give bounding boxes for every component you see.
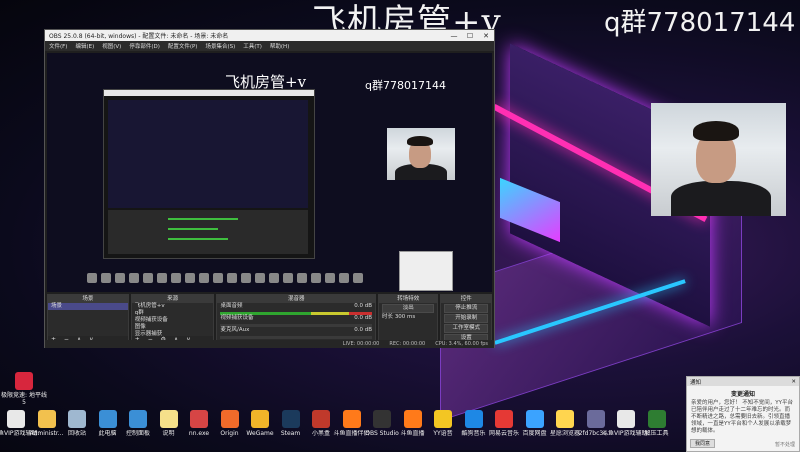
mixer-dock: 混音器 桌面音频 0.0 dB 视频捕获设备 0.0 dB 麦克风/Aux 0.0 d…	[216, 294, 377, 345]
obs-docks: 场景 场景 + − ∧ ∨ 来源 飞机房管+v q群 视频捕获设备 图像 显示器…	[47, 294, 493, 345]
mixer-channel-name: 麦克风/Aux	[220, 327, 250, 333]
mixer-channel-label: 麦克风/Aux 0.0 dB	[217, 327, 375, 334]
cpu-fps: CPU: 3.4%, 60.00 fps	[435, 341, 488, 347]
obs-preview[interactable]: 飞机房管+v q群778017144	[47, 53, 492, 292]
preview-webcam-hair	[407, 136, 433, 146]
preview-notification	[399, 251, 453, 291]
agree-button[interactable]: 我同意	[690, 439, 716, 448]
desktop-icon-label: 解压工具	[644, 430, 669, 437]
stop-streaming-button[interactable]: 停止推流	[444, 304, 489, 313]
desktop-icon-forza[interactable]: 极限竞速: 地平线 5	[0, 372, 48, 406]
duration-input[interactable]: 300 ms	[395, 314, 415, 320]
obs-window-title: OBS 25.0.8 (64-bit, windows) - 配置文件: 未命名…	[49, 33, 229, 40]
menu-help[interactable]: 帮助(H)	[270, 42, 289, 50]
preview-webcam	[387, 128, 455, 180]
close-button[interactable]: ✕	[478, 32, 494, 40]
minimize-button[interactable]: —	[446, 32, 462, 40]
mixer-channel-name: 视频捕获设备	[220, 315, 254, 321]
live-timer: LIVE: 00:00:00	[342, 341, 380, 347]
source-item[interactable]: 视频捕获设备	[132, 317, 214, 324]
skip-link[interactable]: 暂不处理	[775, 441, 795, 448]
mixer-channel-label: 桌面音频 0.0 dB	[217, 303, 375, 310]
nested-docks	[108, 210, 308, 254]
menu-docks[interactable]: 停靠部件(D)	[129, 42, 160, 50]
transition-select[interactable]: 淡出	[382, 304, 435, 313]
start-recording-button[interactable]: 开始录制	[444, 314, 489, 323]
popup-body: 亲爱的用户，您好！ 不知不觉间，YY平台已陪伴用户走过了十二年难忘的时光。而不断…	[691, 400, 793, 434]
popup-header-text: 通知	[690, 379, 702, 386]
sources-dock: 来源 飞机房管+v q群 视频捕获设备 图像 显示器捕获 + − ⚙ ∧ ∨	[130, 294, 215, 345]
controls-dock: 控件 停止推流 开始录制 工作室模式 设置	[440, 294, 493, 345]
source-item[interactable]: 图像	[132, 324, 214, 331]
forza-icon	[15, 372, 33, 390]
rec-timer: REC: 00:00:00	[389, 341, 426, 347]
sources-header: 来源	[131, 295, 214, 303]
mixer-channel-db: 0.0 dB	[354, 303, 373, 309]
menu-edit[interactable]: 编辑(E)	[75, 42, 94, 50]
menu-view[interactable]: 视图(V)	[102, 42, 121, 50]
mixer-channel-label: 视频捕获设备 0.0 dB	[217, 315, 375, 322]
webcam-person-shirt	[671, 181, 771, 216]
obs-window[interactable]: OBS 25.0.8 (64-bit, windows) - 配置文件: 未命名…	[44, 29, 495, 348]
close-icon[interactable]: ✕	[791, 379, 799, 385]
desktop-icon[interactable]: 解压工具	[633, 410, 681, 437]
source-item[interactable]: q群	[132, 310, 214, 317]
obs-titlebar[interactable]: OBS 25.0.8 (64-bit, windows) - 配置文件: 未命名…	[45, 30, 494, 41]
transitions-header: 转场特效	[379, 295, 438, 303]
desktop-icon-label: 极限竞速: 地平线 5	[1, 392, 47, 406]
mixer-channel-db: 0.0 dB	[354, 315, 373, 321]
webcam-feed	[651, 103, 786, 216]
studio-mode-button[interactable]: 工作室模式	[444, 324, 489, 333]
mixer-header: 混音器	[217, 295, 376, 303]
nested-preview	[108, 100, 308, 208]
webcam-person-hair	[693, 121, 739, 141]
menu-scene-collection[interactable]: 场景集合(S)	[205, 42, 235, 50]
menu-file[interactable]: 文件(F)	[49, 42, 67, 50]
scenes-dock: 场景 场景 + − ∧ ∨	[47, 294, 129, 345]
overlay-qq-group: q群778017144	[604, 8, 796, 38]
scenes-header: 场景	[48, 295, 128, 303]
mixer-channel-name: 桌面音频	[220, 303, 243, 309]
scene-item[interactable]: 场景	[48, 303, 128, 310]
transition-duration-row: 时长 300 ms	[379, 314, 437, 321]
menu-profile[interactable]: 配置文件(P)	[168, 42, 198, 50]
volume-meter	[220, 336, 373, 339]
obs-menubar: 文件(F) 编辑(E) 视图(V) 停靠部件(D) 配置文件(P) 场景集合(S…	[45, 41, 494, 51]
popup-title: 变更通知	[730, 391, 755, 398]
app-icon	[647, 410, 666, 428]
controls-header: 控件	[441, 295, 492, 303]
preview-overlay-qq: q群778017144	[365, 79, 446, 92]
mixer-channel-db: 0.0 dB	[354, 327, 373, 333]
obs-statusbar: LIVE: 00:00:00 REC: 00:00:00 CPU: 3.4%, …	[45, 340, 494, 348]
popup-header: 通知 ✕	[687, 377, 799, 386]
nested-titlebar	[104, 90, 314, 96]
menu-tools[interactable]: 工具(T)	[243, 42, 262, 50]
source-item[interactable]: 飞机房管+v	[132, 303, 214, 310]
maximize-button[interactable]: ☐	[462, 32, 478, 40]
nested-obs-window	[103, 89, 315, 259]
duration-label: 时长	[382, 314, 394, 320]
notification-popup[interactable]: 通知 ✕ 变更通知 亲爱的用户，您好！ 不知不觉间，YY平台已陪伴用户走过了十二…	[686, 376, 800, 452]
transitions-dock: 转场特效 淡出 时长 300 ms	[378, 294, 439, 345]
